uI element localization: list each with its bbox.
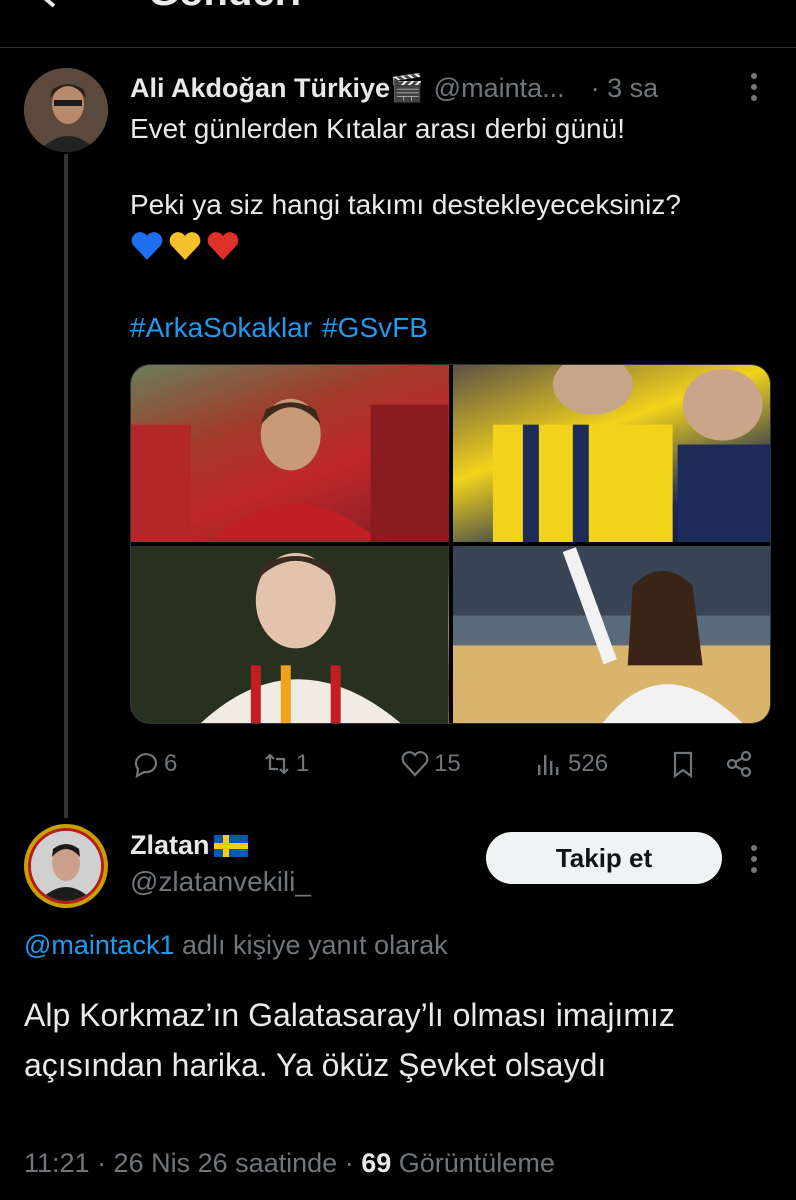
follow-button[interactable]: Takip et [486, 832, 722, 884]
more-options-icon[interactable] [750, 844, 758, 874]
thread-connector-line [64, 154, 68, 818]
views-bar-chart-icon [538, 755, 559, 775]
photo-woman-basketball-arena[interactable] [452, 546, 770, 723]
avatar-photo-icon [31, 831, 101, 901]
like-button[interactable]: 15 [400, 749, 461, 779]
tweet-text-line [130, 148, 770, 186]
author-avatar[interactable] [24, 68, 108, 152]
top-bar: Gönderi [0, 0, 796, 48]
retweet-count: 1 [296, 750, 310, 777]
share-button[interactable] [724, 749, 758, 779]
yellow-heart-icon [169, 232, 201, 260]
reply-views-count: 69 [361, 1148, 392, 1178]
author-handle[interactable]: @mainta... [434, 73, 565, 104]
reply-icon [134, 753, 158, 779]
tweet-actions: 6 1 15 526 [130, 744, 760, 784]
reply-author: Zlatan [130, 830, 248, 861]
photo-man-galatasaray-jersey[interactable] [131, 546, 449, 723]
hashtag-link[interactable]: #GSvFB [322, 312, 428, 344]
hashtag-link[interactable]: #ArkaSokaklar [130, 312, 312, 344]
photo-content-icon [131, 398, 449, 542]
views-button[interactable]: 526 [534, 749, 608, 779]
reply-author-handle[interactable]: @zlatanvekili_ [130, 866, 311, 898]
hashtags: #ArkaSokaklar #GSvFB [130, 312, 428, 344]
retweet-icon [265, 753, 289, 775]
photo-fenerbahce-fans[interactable] [452, 365, 770, 542]
reply-meta: 11:21 · 26 Nis 26 saatinde · 69 Görüntül… [24, 1148, 555, 1179]
tweet-text-line: Evet günlerden Kıtalar arası derbi günü! [130, 113, 625, 144]
reply-context-text: adlı kişiye yanıt olarak [174, 930, 448, 960]
sweden-flag-icon [213, 834, 248, 857]
views-count: 526 [568, 750, 609, 777]
avatar-ring [28, 828, 104, 904]
reply-button[interactable]: 6 [130, 749, 177, 779]
avatar-photo-icon [24, 68, 108, 152]
back-arrow-icon[interactable] [28, 0, 68, 14]
photo-galatasaray-fan[interactable] [131, 365, 449, 542]
reply-text: Alp Korkmaz’ın Galatasaray’lı olması ima… [24, 997, 675, 1083]
heart-outline-icon [401, 751, 429, 777]
bookmark-button[interactable] [668, 749, 702, 779]
reply-timestamp[interactable]: 11:21 · 26 Nis 26 saatinde · [24, 1148, 361, 1178]
red-heart-icon [207, 232, 239, 260]
tweet-text: Evet günlerden Kıtalar arası derbi günü!… [130, 110, 770, 224]
reply-author-avatar[interactable] [24, 824, 108, 908]
reply-count: 6 [164, 750, 178, 777]
emoji-row [130, 230, 240, 262]
reply-views-label: Görüntüleme [391, 1148, 555, 1178]
photo-content-icon [452, 546, 770, 723]
bookmark-icon [673, 751, 693, 779]
reply-author-name[interactable]: Zlatan [130, 830, 210, 861]
reply-context: @maintack1 adlı kişiye yanıt olarak [24, 930, 448, 961]
tweet-header: Ali Akdoğan Türkiye🎬 @mainta... · 3 sa [130, 68, 658, 108]
share-icon [726, 750, 752, 778]
blue-heart-icon [131, 232, 163, 260]
photo-content-icon [131, 546, 449, 723]
page-title: Gönderi [148, 0, 301, 15]
like-count: 15 [434, 750, 461, 777]
reply-mention-link[interactable]: @maintack1 [24, 930, 174, 960]
tweet-text-line: Peki ya siz hangi takımı destekleyeceksi… [130, 189, 681, 220]
retweet-button[interactable]: 1 [262, 749, 309, 779]
author-name[interactable]: Ali Akdoğan Türkiye🎬 [130, 72, 424, 104]
photo-content-icon [492, 365, 770, 542]
tweet-time[interactable]: · 3 sa [591, 73, 659, 104]
media-grid [130, 364, 771, 724]
avatar-photo [31, 831, 101, 901]
more-options-icon[interactable] [750, 72, 758, 102]
